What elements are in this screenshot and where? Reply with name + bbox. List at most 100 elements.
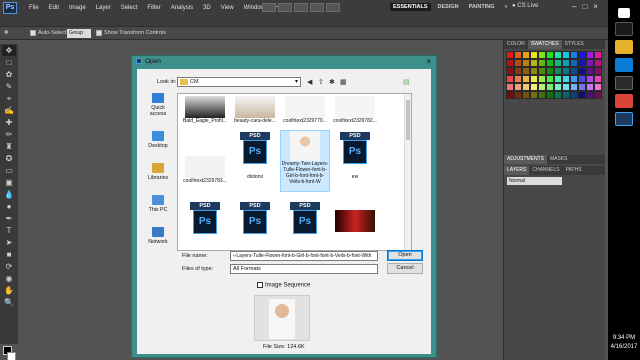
show-transform-checkbox[interactable] <box>96 30 102 36</box>
color-swatch[interactable] <box>586 51 594 59</box>
taskbar-clock[interactable]: 9:34 PM 4/16/2017 <box>608 334 640 352</box>
view-menu-icon[interactable]: ▦ <box>340 78 347 86</box>
color-swatch[interactable] <box>570 67 578 75</box>
more-workspaces-button[interactable]: » <box>502 3 511 11</box>
file-item-selected[interactable]: Dreamy-Two-Layers-Tulle-Flower-font-b-Gi… <box>280 130 330 192</box>
workspace-design[interactable]: DESIGN <box>435 3 462 11</box>
tab-masks[interactable]: MASKS <box>547 155 571 164</box>
zoom-level-button[interactable] <box>294 3 308 12</box>
dialog-close-button[interactable]: × <box>426 57 431 66</box>
color-swatch[interactable] <box>594 83 602 91</box>
color-swatch[interactable] <box>570 83 578 91</box>
background-color-swatch[interactable] <box>7 352 16 360</box>
scrollbar-thumb[interactable] <box>406 100 410 140</box>
back-icon[interactable]: ◀ <box>307 78 312 86</box>
place-quick-access[interactable]: Quick access <box>143 93 173 117</box>
place-network[interactable]: Network <box>143 227 173 245</box>
color-swatch[interactable] <box>506 67 514 75</box>
color-swatch[interactable] <box>554 67 562 75</box>
color-swatch[interactable] <box>586 75 594 83</box>
file-item[interactable]: coolhtext2329782... <box>330 96 380 124</box>
file-item[interactable]: PSD Ps <box>230 202 280 236</box>
color-swatch[interactable] <box>562 91 570 99</box>
file-item[interactable] <box>330 210 380 232</box>
tab-color[interactable]: COLOR <box>504 40 528 49</box>
color-swatch[interactable] <box>530 51 538 59</box>
move-tool-icon[interactable]: ✥ <box>4 30 9 36</box>
color-swatch[interactable] <box>530 67 538 75</box>
clone-stamp-tool-icon[interactable]: ♜ <box>2 141 16 152</box>
healing-brush-tool-icon[interactable]: ✚ <box>2 117 16 128</box>
color-swatch[interactable] <box>514 51 522 59</box>
color-swatch[interactable] <box>514 75 522 83</box>
tab-paths[interactable]: PATHS <box>563 166 585 175</box>
color-swatch[interactable] <box>506 51 514 59</box>
color-swatch[interactable] <box>562 67 570 75</box>
place-desktop[interactable]: Desktop <box>143 131 173 149</box>
workspace-essentials[interactable]: ESSENTIALS <box>390 3 431 11</box>
menu-file[interactable]: File <box>24 5 44 11</box>
arrange-documents-button[interactable] <box>310 3 324 12</box>
color-swatch[interactable] <box>538 75 546 83</box>
color-swatch[interactable] <box>538 59 546 67</box>
color-swatch[interactable] <box>594 67 602 75</box>
move-tool-icon[interactable]: ✥ <box>2 45 16 56</box>
file-item[interactable]: coolhtext2329779... <box>280 96 330 124</box>
color-swatch[interactable] <box>522 75 530 83</box>
file-item[interactable]: PSD Ps <box>280 202 330 236</box>
menu-edit[interactable]: Edit <box>44 5 64 11</box>
color-swatch[interactable] <box>554 75 562 83</box>
marquee-tool-icon[interactable]: □ <box>2 57 16 68</box>
up-folder-icon[interactable]: ⇧ <box>318 78 324 86</box>
shape-tool-icon[interactable]: ■ <box>2 249 16 260</box>
file-explorer-icon[interactable] <box>615 40 633 54</box>
eraser-tool-icon[interactable]: ▭ <box>2 165 16 176</box>
color-swatch[interactable] <box>586 67 594 75</box>
color-swatch[interactable] <box>562 59 570 67</box>
color-swatch[interactable] <box>578 59 586 67</box>
cs-live-button[interactable]: ● CS Live <box>512 3 538 9</box>
color-swatch[interactable] <box>514 83 522 91</box>
color-swatch[interactable] <box>546 83 554 91</box>
zoom-tool-icon[interactable]: 🔍 <box>2 297 16 308</box>
workspace-painting[interactable]: PAINTING <box>466 3 498 11</box>
color-swatch[interactable] <box>538 67 546 75</box>
color-swatch[interactable] <box>570 51 578 59</box>
color-swatch[interactable] <box>570 91 578 99</box>
color-swatch[interactable] <box>522 83 530 91</box>
color-swatch[interactable] <box>554 83 562 91</box>
type-tool-icon[interactable]: T <box>2 225 16 236</box>
color-swatch[interactable] <box>530 75 538 83</box>
eyedropper-tool-icon[interactable]: ✍ <box>2 105 16 116</box>
maximize-button[interactable]: □ <box>582 2 587 11</box>
edge-icon[interactable] <box>615 58 633 72</box>
bridge-button[interactable] <box>262 3 276 12</box>
color-swatch[interactable] <box>562 51 570 59</box>
tab-styles[interactable]: STYLES <box>562 40 587 49</box>
color-swatch[interactable] <box>546 59 554 67</box>
color-swatch[interactable] <box>570 75 578 83</box>
quick-select-tool-icon[interactable]: ✎ <box>2 81 16 92</box>
color-swatch[interactable] <box>570 59 578 67</box>
image-sequence-option[interactable]: Image Sequence <box>257 282 310 289</box>
file-item[interactable]: PSD Ps <box>180 202 230 236</box>
blend-mode-dropdown[interactable]: Normal <box>507 177 562 185</box>
photo-folder-icon[interactable]: ▤ <box>403 78 410 86</box>
color-swatch[interactable] <box>538 51 546 59</box>
files-of-type-dropdown[interactable]: All Formats <box>230 264 378 274</box>
cancel-button[interactable]: Cancel <box>387 263 423 274</box>
color-swatch[interactable] <box>578 75 586 83</box>
color-swatch[interactable] <box>506 83 514 91</box>
file-item[interactable]: PSD Ps distorsi <box>230 132 280 180</box>
color-swatch[interactable] <box>514 59 522 67</box>
color-swatch[interactable] <box>586 59 594 67</box>
color-swatch[interactable] <box>578 91 586 99</box>
image-sequence-checkbox[interactable] <box>257 282 263 288</box>
color-swatch[interactable] <box>594 91 602 99</box>
color-swatch[interactable] <box>538 91 546 99</box>
color-swatch[interactable] <box>546 51 554 59</box>
gradient-tool-icon[interactable]: ▣ <box>2 177 16 188</box>
3d-rotate-tool-icon[interactable]: ⟳ <box>2 261 16 272</box>
tab-swatches[interactable]: SWATCHES <box>527 40 562 49</box>
color-swatch[interactable] <box>522 91 530 99</box>
